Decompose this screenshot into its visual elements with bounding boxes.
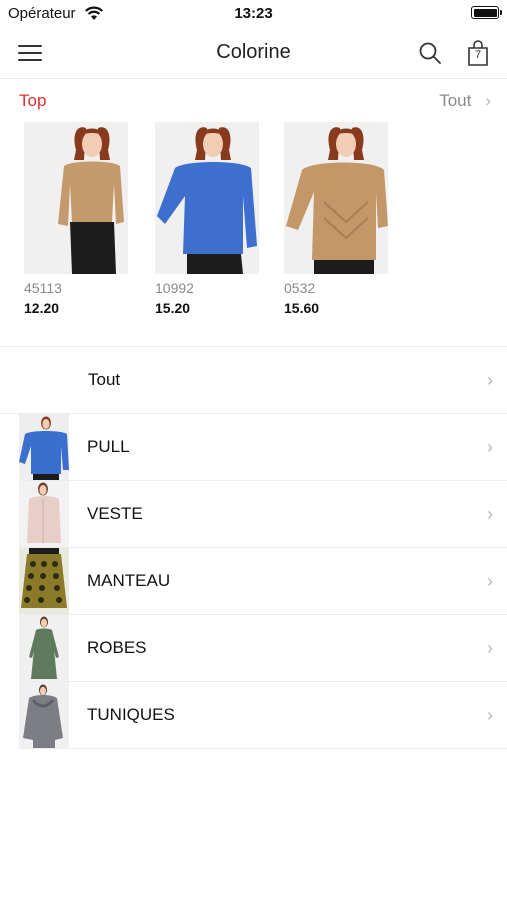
chevron-right-icon: › [487,437,493,457]
product-card[interactable]: 10992 15.20 [155,122,263,316]
category-thumbnail [19,414,69,480]
battery-icon [471,6,502,19]
category-row-tuniques[interactable]: TUNIQUES › [19,682,507,749]
chevron-right-icon: › [487,571,493,591]
product-price: 15.20 [155,300,191,316]
chevron-right-icon: › [487,638,493,658]
product-image [155,122,259,274]
category-label: PULL [87,437,130,456]
product-card[interactable]: 45113 12.20 [24,122,132,316]
nav-bar: Colorine 7 [0,28,507,79]
chevron-right-icon: › [487,705,493,725]
product-code: 10992 [155,280,194,296]
clock: 13:23 [234,5,273,22]
category-label: MANTEAU [87,571,171,590]
product-code: 45113 [24,280,62,296]
product-code: 0532 [284,280,316,296]
product-image [284,122,388,274]
product-image [24,122,128,274]
category-row-veste[interactable]: VESTE › [19,481,507,548]
category-label: VESTE [87,504,143,523]
category-label: Tout [88,370,121,389]
product-price: 12.20 [24,300,60,316]
chevron-right-icon: › [487,504,493,524]
section-title-top: Top [19,91,47,110]
category-label: TUNIQUES [87,705,175,724]
see-all-label: Tout [439,91,472,110]
category-row-all[interactable]: Tout › [0,347,507,414]
category-thumbnail [19,481,69,547]
category-list: Tout › PULL › VESTE › MANTEAU › ROBES › … [0,346,507,749]
see-all-top-link[interactable]: Tout › [439,91,491,111]
category-row-manteau[interactable]: MANTEAU › [19,548,507,615]
category-thumbnail [19,615,69,681]
chevron-right-icon: › [487,370,493,390]
chevron-right-icon: › [485,91,491,110]
category-thumbnail [19,682,69,748]
product-price: 15.60 [284,300,320,316]
category-row-pull[interactable]: PULL › [19,414,507,481]
product-card[interactable]: 0532 15.60 [284,122,392,316]
category-thumbnail [19,548,69,614]
cart-count-badge: 7 [474,49,482,61]
category-row-robes[interactable]: ROBES › [19,615,507,682]
shopping-bag-button[interactable]: 7 [466,39,490,67]
status-bar: Opérateur 13:23 [0,0,507,28]
category-label: ROBES [87,638,147,657]
search-icon[interactable] [418,41,442,65]
